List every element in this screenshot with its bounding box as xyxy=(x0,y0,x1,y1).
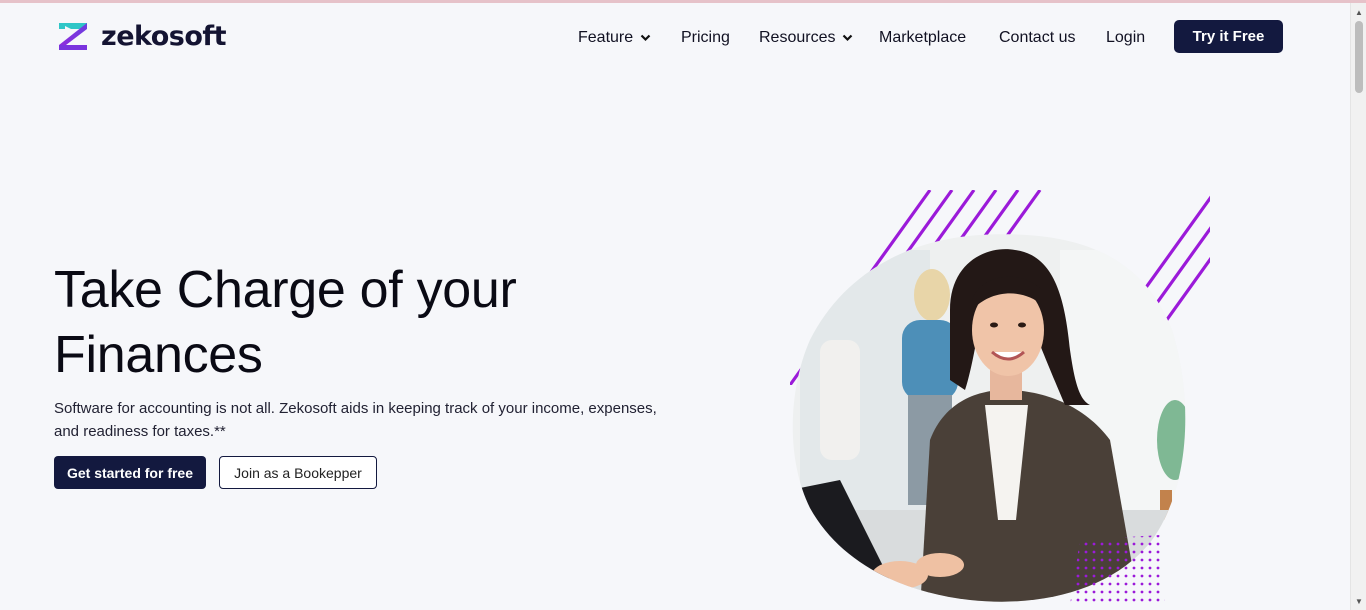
brand-name: zekosoft xyxy=(101,20,227,52)
nav-item-contact-us[interactable]: Contact us xyxy=(999,20,1075,56)
chevron-down-icon xyxy=(640,34,651,42)
vertical-scrollbar[interactable]: ▲ ▼ xyxy=(1350,3,1366,610)
join-as-bookkeeper-button[interactable]: Join as a Bookepper xyxy=(219,456,377,489)
nav-item-pricing[interactable]: Pricing xyxy=(681,20,730,56)
hero-subtitle: Software for accounting is not all. Zeko… xyxy=(54,400,657,440)
brand-logo[interactable]: zekosoft xyxy=(57,20,227,52)
hero-title-line-2: Finances xyxy=(54,326,263,384)
nav-item-label: Contact us xyxy=(999,29,1076,46)
zekosoft-z-logo-icon xyxy=(59,23,87,50)
hero-illustration xyxy=(790,190,1210,605)
scroll-down-arrow-icon[interactable]: ▼ xyxy=(1351,594,1366,608)
decorative-dot-pattern xyxy=(1070,535,1165,605)
scroll-up-arrow-icon[interactable]: ▲ xyxy=(1351,5,1366,19)
hero-title: Take Charge of your Finances xyxy=(54,258,694,388)
get-started-button[interactable]: Get started for free xyxy=(54,456,206,489)
nav-item-resources[interactable]: Resources xyxy=(759,20,853,56)
try-it-free-button[interactable]: Try it Free xyxy=(1174,20,1283,53)
nav-item-login[interactable]: Login xyxy=(1106,20,1145,56)
nav-item-marketplace[interactable]: Marketplace xyxy=(879,20,966,56)
nav-item-label: Feature xyxy=(578,29,634,46)
scroll-thumb[interactable] xyxy=(1355,21,1363,93)
site-header: zekosoft Feature Pricing Resources Marke… xyxy=(0,3,1350,65)
nav-item-label: Pricing xyxy=(681,29,730,46)
nav-item-feature[interactable]: Feature xyxy=(578,20,651,56)
nav-item-label: Login xyxy=(1106,29,1146,46)
chevron-down-icon xyxy=(843,34,853,42)
hero-title-line-1: Take Charge of your xyxy=(54,261,517,319)
nav-item-label: Resources xyxy=(759,29,836,46)
nav-item-label: Marketplace xyxy=(879,29,967,46)
